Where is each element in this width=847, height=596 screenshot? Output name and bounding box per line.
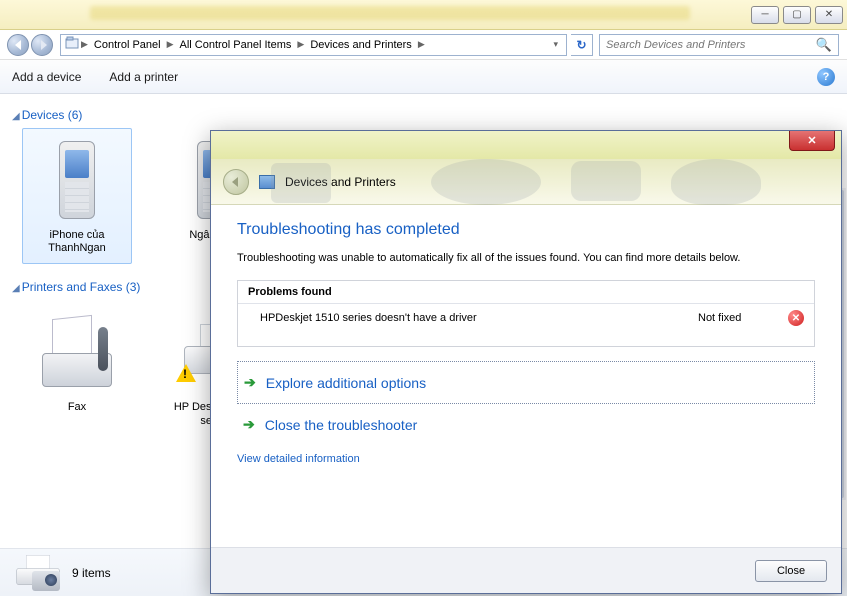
device-label: iPhone của ThanhNgan bbox=[27, 229, 127, 255]
dialog-back-button[interactable] bbox=[223, 169, 249, 195]
problem-row[interactable]: HPDeskjet 1510 series doesn't have a dri… bbox=[238, 304, 814, 346]
dialog-close-button[interactable]: ✕ bbox=[789, 131, 835, 151]
arrow-right-icon: ➔ bbox=[243, 416, 255, 433]
window-minimize-button[interactable]: ─ bbox=[751, 6, 779, 24]
navigation-bar: ▶ Control Panel ▶ All Control Panel Item… bbox=[0, 30, 847, 60]
group-header-devices[interactable]: ◢Devices (6) bbox=[12, 108, 835, 122]
crumb-sep-icon: ▶ bbox=[295, 39, 306, 50]
search-input[interactable] bbox=[606, 39, 816, 51]
printer-label: Fax bbox=[68, 401, 86, 414]
search-box[interactable]: 🔍 bbox=[599, 34, 839, 56]
help-icon[interactable]: ? bbox=[817, 68, 835, 86]
error-icon: ✕ bbox=[788, 310, 804, 326]
printer-item[interactable]: Fax bbox=[22, 300, 132, 436]
breadcrumb-item[interactable]: Control Panel bbox=[90, 39, 165, 51]
close-troubleshooter-action[interactable]: ➔ Close the troubleshooter bbox=[237, 404, 815, 445]
nav-forward-button[interactable] bbox=[31, 34, 53, 56]
device-thumb bbox=[42, 135, 112, 225]
dialog-message: Troubleshooting was unable to automatica… bbox=[237, 251, 815, 266]
address-dropdown-icon[interactable]: ▾ bbox=[549, 39, 562, 50]
dialog-header-title: Devices and Printers bbox=[285, 175, 396, 189]
troubleshooter-dialog: ✕ Devices and Printers Troubleshooting h… bbox=[210, 130, 842, 594]
printer-thumb bbox=[42, 307, 112, 397]
command-bar: Add a device Add a printer ? bbox=[0, 60, 847, 94]
location-icon bbox=[65, 36, 79, 53]
problem-status: Not fixed bbox=[698, 312, 788, 324]
breadcrumb-item[interactable]: Devices and Printers bbox=[306, 39, 416, 51]
problems-header: Problems found bbox=[238, 281, 814, 304]
add-printer-button[interactable]: Add a printer bbox=[109, 70, 178, 84]
problem-text: HPDeskjet 1510 series doesn't have a dri… bbox=[260, 312, 698, 324]
crumb-sep-icon: ▶ bbox=[165, 39, 176, 50]
view-detailed-link[interactable]: View detailed information bbox=[237, 453, 815, 465]
dialog-header: Devices and Printers bbox=[211, 159, 841, 205]
statusbar-icon bbox=[14, 555, 58, 591]
item-count-label: 9 items bbox=[72, 566, 111, 580]
close-button[interactable]: Close bbox=[755, 560, 827, 582]
title-blur bbox=[90, 6, 690, 20]
dialog-footer: Close bbox=[211, 547, 841, 593]
add-device-button[interactable]: Add a device bbox=[12, 70, 81, 84]
group-header-label: Printers and Faxes (3) bbox=[22, 280, 141, 294]
crumb-sep-icon: ▶ bbox=[79, 39, 90, 50]
address-bar[interactable]: ▶ Control Panel ▶ All Control Panel Item… bbox=[60, 34, 567, 56]
search-icon[interactable]: 🔍 bbox=[816, 37, 832, 53]
action-label: Close the troubleshooter bbox=[265, 417, 418, 433]
phone-icon bbox=[59, 141, 95, 219]
window-maximize-button[interactable]: ▢ bbox=[783, 6, 811, 24]
device-item[interactable]: iPhone của ThanhNgan bbox=[22, 128, 132, 264]
action-label: Explore additional options bbox=[266, 375, 426, 391]
nav-back-forward bbox=[0, 30, 60, 60]
crumb-sep-icon: ▶ bbox=[416, 39, 427, 50]
collapse-icon: ◢ bbox=[12, 111, 20, 122]
nav-back-button[interactable] bbox=[7, 34, 29, 56]
breadcrumb-item[interactable]: All Control Panel Items bbox=[176, 39, 296, 51]
refresh-button[interactable]: ↻ bbox=[571, 34, 593, 56]
fax-icon bbox=[42, 317, 112, 387]
problems-panel: Problems found HPDeskjet 1510 series doe… bbox=[237, 280, 815, 347]
dialog-body: Troubleshooting has completed Troublesho… bbox=[211, 205, 841, 547]
arrow-right-icon: ➔ bbox=[244, 374, 256, 391]
window-close-button[interactable]: ✕ bbox=[815, 6, 843, 24]
dialog-titlebar: ✕ bbox=[211, 131, 841, 159]
window-titlebar: ─ ▢ ✕ bbox=[0, 0, 847, 30]
dialog-title: Troubleshooting has completed bbox=[237, 221, 815, 239]
group-header-label: Devices (6) bbox=[22, 108, 83, 122]
collapse-icon: ◢ bbox=[12, 283, 20, 294]
devices-printers-icon bbox=[259, 175, 275, 189]
warning-icon bbox=[176, 364, 196, 382]
explore-options-action[interactable]: ➔ Explore additional options bbox=[237, 361, 815, 404]
camera-icon bbox=[32, 571, 60, 591]
